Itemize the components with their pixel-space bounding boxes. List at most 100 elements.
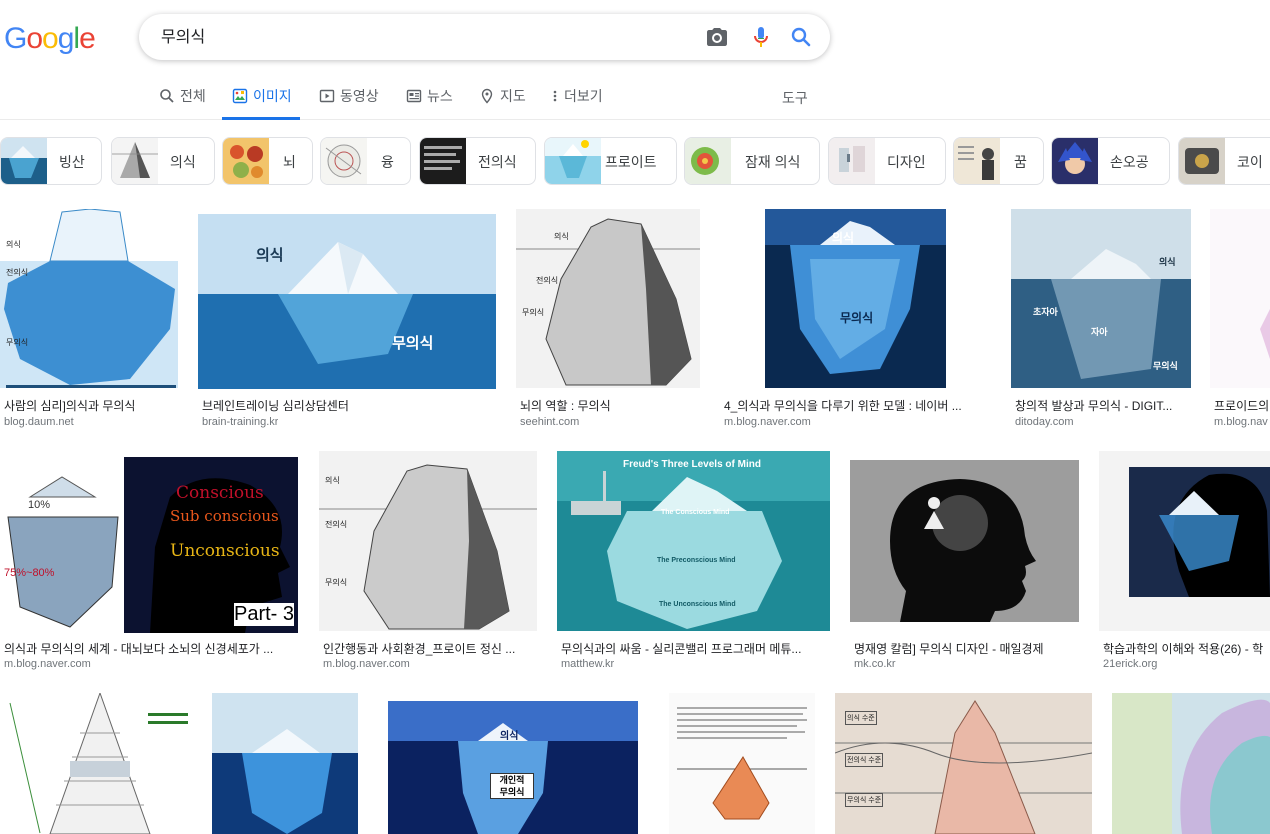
- result-thumbnail[interactable]: Conscious Sub conscious Unconscious Part…: [0, 457, 298, 633]
- image-result[interactable]: [212, 693, 358, 834]
- chip-freud[interactable]: 프로이트: [544, 137, 677, 185]
- result-thumbnail[interactable]: 의식 무의식: [720, 209, 991, 388]
- result-thumbnail[interactable]: [850, 451, 1080, 631]
- image-result[interactable]: 의식 전의식 무의식 인간행동과 사회환경_프로이트 정신 ... m.blog…: [319, 451, 537, 673]
- chip-goku[interactable]: 손오공: [1051, 137, 1170, 185]
- result-title[interactable]: 4_의식과 무의식을 다루기 위한 모델 : 네이버 ...: [724, 397, 988, 414]
- label-personal: 개인적: [499, 775, 525, 785]
- tab-all[interactable]: 전체: [159, 86, 206, 120]
- tab-label: 뉴스: [427, 88, 453, 104]
- result-thumbnail[interactable]: 의식 전의식 무의식: [516, 209, 700, 388]
- chip-consciousness[interactable]: 의식: [111, 137, 215, 185]
- result-source: m.blog.naver.com: [323, 658, 410, 670]
- search-icon: [160, 89, 174, 103]
- result-thumbnail[interactable]: [1099, 451, 1270, 631]
- result-thumbnail[interactable]: [1112, 693, 1270, 834]
- label-unconscious: 무의식: [522, 308, 545, 317]
- chip-brain[interactable]: 뇌: [222, 137, 313, 185]
- chip-koi[interactable]: 코이: [1178, 137, 1270, 185]
- result-thumbnail[interactable]: 의식 무의식: [198, 214, 496, 389]
- chip-thumbnail: [112, 138, 158, 184]
- result-title[interactable]: 학습과학의 이해와 적용(26) - 학: [1103, 640, 1270, 657]
- result-title[interactable]: 브레인트레이닝 심리상담센터: [202, 397, 492, 414]
- label-unconscious: 무의식: [6, 338, 29, 347]
- label-conscious: 의식: [1159, 257, 1176, 267]
- result-thumbnail[interactable]: 의식 수준 전의식 수준 무의식 수준: [835, 693, 1092, 834]
- label-conscious: Conscious: [176, 483, 264, 503]
- tab-label: 이미지: [253, 88, 292, 104]
- chip-thumbnail: [1179, 138, 1225, 184]
- label-percent-10: 10%: [28, 499, 51, 511]
- chip-label: 융: [381, 154, 394, 170]
- label-unconscious-level: 무의식 수준: [845, 793, 884, 807]
- image-result[interactable]: 의식 개인적 무의식: [378, 693, 649, 834]
- google-logo[interactable]: Google: [4, 22, 96, 56]
- chip-label: 코이: [1237, 154, 1263, 170]
- chip-jung[interactable]: 융: [320, 137, 411, 185]
- label-personal-unconscious: 개인적 무의식: [490, 773, 534, 799]
- image-result[interactable]: 의식 수준 전의식 수준 무의식 수준: [835, 693, 1092, 834]
- image-result[interactable]: 학습과학의 이해와 적용(26) - 학 21erick.org: [1099, 451, 1270, 673]
- image-result[interactable]: 의식 전의식 무의식 뇌의 역할 : 무의식 seehint.com: [516, 209, 700, 429]
- chip-design[interactable]: 디자인: [828, 137, 946, 185]
- image-result[interactable]: 의식 무의식 4_의식과 무의식을 다루기 위한 모델 : 네이버 ... m.…: [720, 209, 991, 429]
- tab-news[interactable]: 뉴스: [406, 86, 453, 120]
- result-source: m.blog.nav: [1214, 416, 1268, 428]
- tab-images[interactable]: 이미지: [222, 86, 300, 120]
- chip-thumbnail: [954, 138, 1000, 184]
- result-title[interactable]: 뇌의 역할 : 무의식: [520, 397, 696, 414]
- result-thumbnail[interactable]: [0, 693, 192, 834]
- label-conscious: 의식: [500, 731, 519, 742]
- result-thumbnail[interactable]: Freud's Three Levels of Mind The Conscio…: [557, 451, 830, 631]
- label-unconscious: 무의식: [1153, 361, 1178, 371]
- video-icon: [319, 89, 335, 103]
- image-result[interactable]: Freud's Three Levels of Mind The Conscio…: [557, 451, 830, 673]
- chip-label: 잠재 의식: [745, 154, 801, 170]
- tab-videos[interactable]: 동영상: [319, 86, 379, 120]
- chip-thumbnail: [829, 138, 875, 184]
- chip-dream[interactable]: 꿈: [953, 137, 1044, 185]
- result-title[interactable]: 명재영 칼럼] 무의식 디자인 - 매일경제: [854, 640, 1078, 657]
- image-result[interactable]: 의식 무의식 브레인트레이닝 심리상담센터 brain-training.kr: [198, 209, 496, 429]
- result-title[interactable]: 무의식과의 싸움 - 실리콘밸리 프로그래머 메튜...: [561, 640, 827, 657]
- image-result[interactable]: 프로이드의 m.blog.nav: [1210, 209, 1270, 429]
- tab-maps[interactable]: 지도: [479, 86, 526, 120]
- label-conscious: 의식: [6, 240, 21, 249]
- result-thumbnail[interactable]: [1210, 209, 1270, 388]
- result-title[interactable]: 창의적 발상과 무의식 - DIGIT...: [1015, 397, 1187, 414]
- image-result[interactable]: 의식 초자아 자아 무의식 창의적 발상과 무의식 - DIGIT... dit…: [1011, 209, 1191, 429]
- chip-label: 의식: [170, 154, 196, 170]
- result-title[interactable]: 인간행동과 사회환경_프로이트 정신 ...: [323, 640, 535, 657]
- microphone-icon[interactable]: [749, 25, 773, 49]
- image-result[interactable]: 의식 전의식 무의식 사람의 심리]의식과 무의식 blog.daum.net: [0, 209, 178, 429]
- result-thumbnail[interactable]: 의식 전의식 무의식: [0, 209, 178, 388]
- chip-iceberg[interactable]: 빙산: [0, 137, 102, 185]
- image-result[interactable]: [1112, 693, 1270, 834]
- result-thumbnail[interactable]: 의식 개인적 무의식: [378, 693, 649, 834]
- news-icon: [406, 89, 422, 103]
- tab-label: 지도: [500, 88, 526, 104]
- chart-title: Freud's Three Levels of Mind: [623, 459, 761, 470]
- result-thumbnail[interactable]: [669, 693, 815, 834]
- label-percent-75-80: 75%~80%: [4, 567, 55, 579]
- result-thumbnail[interactable]: [212, 693, 358, 834]
- image-result[interactable]: [0, 693, 192, 834]
- chip-label: 전의식: [478, 154, 517, 170]
- logo-letter: o: [26, 22, 43, 55]
- tab-more[interactable]: 더보기: [551, 86, 603, 120]
- result-title[interactable]: 프로이드의: [1214, 397, 1270, 414]
- search-input[interactable]: [161, 26, 681, 44]
- search-icon[interactable]: [789, 25, 813, 49]
- chip-subconscious[interactable]: 잠재 의식: [684, 137, 820, 185]
- camera-icon[interactable]: [705, 25, 729, 49]
- result-thumbnail[interactable]: 의식 전의식 무의식: [319, 451, 537, 631]
- tools-button[interactable]: 도구: [782, 88, 808, 108]
- result-thumbnail[interactable]: 의식 초자아 자아 무의식: [1011, 209, 1191, 388]
- result-source: mk.co.kr: [854, 658, 896, 670]
- result-title[interactable]: 사람의 심리]의식과 무의식: [4, 397, 176, 414]
- image-result[interactable]: 명재영 칼럼] 무의식 디자인 - 매일경제 mk.co.kr: [850, 451, 1080, 673]
- image-result[interactable]: [669, 693, 815, 834]
- image-result[interactable]: Conscious Sub conscious Unconscious Part…: [0, 451, 298, 673]
- result-title[interactable]: 의식과 무의식의 세계 - 대뇌보다 소뇌의 신경세포가 ...: [4, 640, 296, 657]
- chip-preconscious[interactable]: 전의식: [419, 137, 536, 185]
